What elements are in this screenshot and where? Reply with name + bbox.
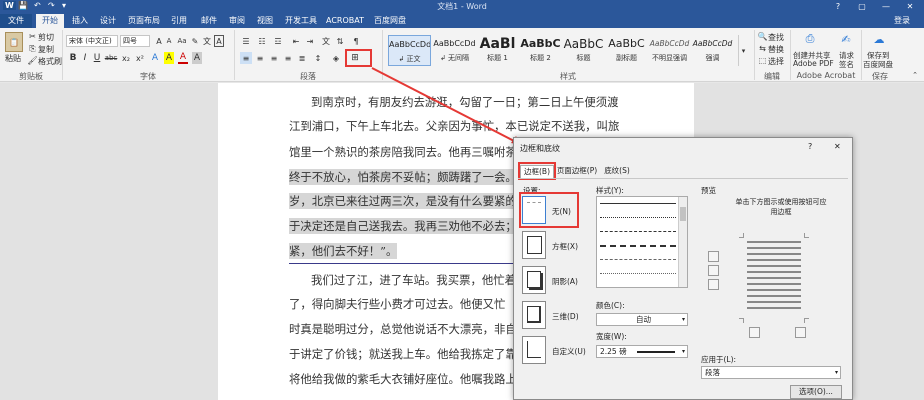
- apply-to-dropdown[interactable]: 段落 ▾: [701, 366, 841, 379]
- preview-text-lines: [747, 241, 801, 311]
- line-style-list[interactable]: [596, 196, 688, 288]
- scrollbar-thumb[interactable]: [680, 207, 686, 221]
- dialog-title: 边框和底纹: [520, 144, 560, 153]
- right-border-button[interactable]: [795, 327, 806, 338]
- left-border-button[interactable]: [749, 327, 760, 338]
- color-value: 自动: [636, 315, 651, 324]
- setting-shadow-icon: [527, 271, 541, 288]
- setting-3d-button[interactable]: [522, 301, 546, 329]
- corner-mark: [804, 318, 809, 323]
- width-sample-line: [637, 351, 675, 353]
- line-style-dashed-large[interactable]: [600, 245, 676, 247]
- setting-3d-icon: [527, 306, 541, 323]
- setting-box-label[interactable]: 方框(X): [552, 241, 578, 252]
- annotation-arrow-1: [371, 67, 521, 145]
- width-label: 宽度(W):: [596, 332, 627, 341]
- color-dropdown[interactable]: 自动 ▾: [596, 313, 688, 326]
- corner-mark: [739, 233, 744, 238]
- preview-hint-1: 单击下方图示或使用按钮可应: [735, 198, 827, 206]
- dropdown-arrow-icon: ▾: [681, 348, 685, 355]
- options-button[interactable]: 选项(O)...: [790, 385, 842, 399]
- dropdown-arrow-icon: ▾: [681, 316, 685, 323]
- color-label: 颜色(C):: [596, 301, 625, 310]
- dropdown-arrow-icon: ▾: [834, 369, 838, 376]
- apply-to-value: 段落: [705, 368, 720, 377]
- setting-box-icon: [527, 236, 542, 254]
- setting-shadow-button[interactable]: [522, 266, 546, 294]
- setting-highlight-box: [519, 192, 579, 228]
- dialog-help-button[interactable]: ?: [808, 142, 812, 151]
- line-style-dotted[interactable]: [600, 217, 676, 218]
- tab-divider: [518, 178, 848, 179]
- setting-custom-label[interactable]: 自定义(U): [552, 346, 586, 357]
- setting-custom-button[interactable]: [522, 336, 546, 364]
- corner-mark: [739, 318, 744, 323]
- inside-horizontal-button[interactable]: [708, 265, 719, 276]
- line-style-solid[interactable]: [600, 203, 676, 204]
- setting-custom-icon: [527, 341, 541, 358]
- setting-3d-label[interactable]: 三维(D): [552, 311, 579, 322]
- borders-shading-dialog: 边框和底纹 ? ✕ 边框(B) 页面边框(P) 底纹(S) 设置: 无(N) 方…: [513, 137, 853, 400]
- top-border-button[interactable]: [708, 251, 719, 262]
- setting-shadow-label[interactable]: 阴影(A): [552, 276, 578, 287]
- preview-label: 预览: [701, 186, 716, 195]
- preview-diagram[interactable]: [739, 233, 809, 323]
- line-style-dash-dot-dot[interactable]: [600, 273, 676, 274]
- tab-shading[interactable]: 底纹(S): [602, 165, 632, 178]
- width-value: 2.25 磅: [600, 347, 627, 356]
- line-style-dashed-small[interactable]: [600, 231, 676, 232]
- line-style-dash-dot[interactable]: [600, 259, 676, 260]
- width-dropdown[interactable]: 2.25 磅 ▾: [596, 345, 688, 358]
- corner-mark: [804, 233, 809, 238]
- dialog-close-button[interactable]: ✕: [834, 142, 841, 151]
- apply-to-label: 应用于(L):: [701, 355, 737, 364]
- tab-page-border[interactable]: 页面边框(P): [556, 165, 598, 178]
- bottom-border-button[interactable]: [708, 279, 719, 290]
- line-style-scrollbar[interactable]: [678, 197, 687, 287]
- setting-box-button[interactable]: [522, 231, 546, 259]
- preview-hint-2: 用边框: [770, 208, 792, 216]
- style-label: 样式(Y):: [596, 186, 624, 195]
